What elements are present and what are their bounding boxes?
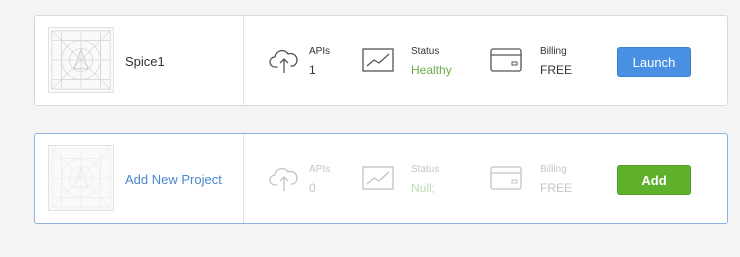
- project-placeholder-icon: [48, 27, 114, 93]
- cloud-upload-icon: [269, 48, 299, 79]
- billing-value: FREE: [540, 181, 573, 195]
- add-new-project-link[interactable]: Add New Project: [125, 172, 222, 187]
- apis-value: 0: [309, 181, 316, 195]
- status-label: Status: [411, 46, 440, 57]
- cloud-upload-icon: [269, 166, 299, 197]
- billing-value: FREE: [540, 63, 573, 77]
- status-value: Null;: [411, 181, 436, 195]
- project-name[interactable]: Spice1: [125, 54, 165, 69]
- project-identity: Spice1: [35, 16, 244, 105]
- launch-button[interactable]: Launch: [617, 47, 691, 77]
- apis-value: 1: [309, 63, 316, 77]
- credit-card-icon: [490, 48, 522, 77]
- status-label: Status: [411, 164, 440, 175]
- project-placeholder-icon: [48, 145, 114, 211]
- chart-icon: [362, 48, 394, 77]
- chart-icon: [362, 166, 394, 195]
- credit-card-icon: [490, 166, 522, 195]
- add-button[interactable]: Add: [617, 165, 691, 195]
- project-card: Spice1 APIs 1 Status Healthy Billing FRE…: [34, 15, 728, 106]
- add-project-card: Add New Project APIs 0 Status Null; Bill…: [34, 133, 728, 224]
- project-identity: Add New Project: [35, 134, 244, 223]
- apis-label: APIs: [309, 46, 331, 57]
- status-value: Healthy: [411, 63, 452, 77]
- apis-label: APIs: [309, 164, 331, 175]
- billing-label: Billing: [540, 46, 567, 57]
- billing-label: Billing: [540, 164, 567, 175]
